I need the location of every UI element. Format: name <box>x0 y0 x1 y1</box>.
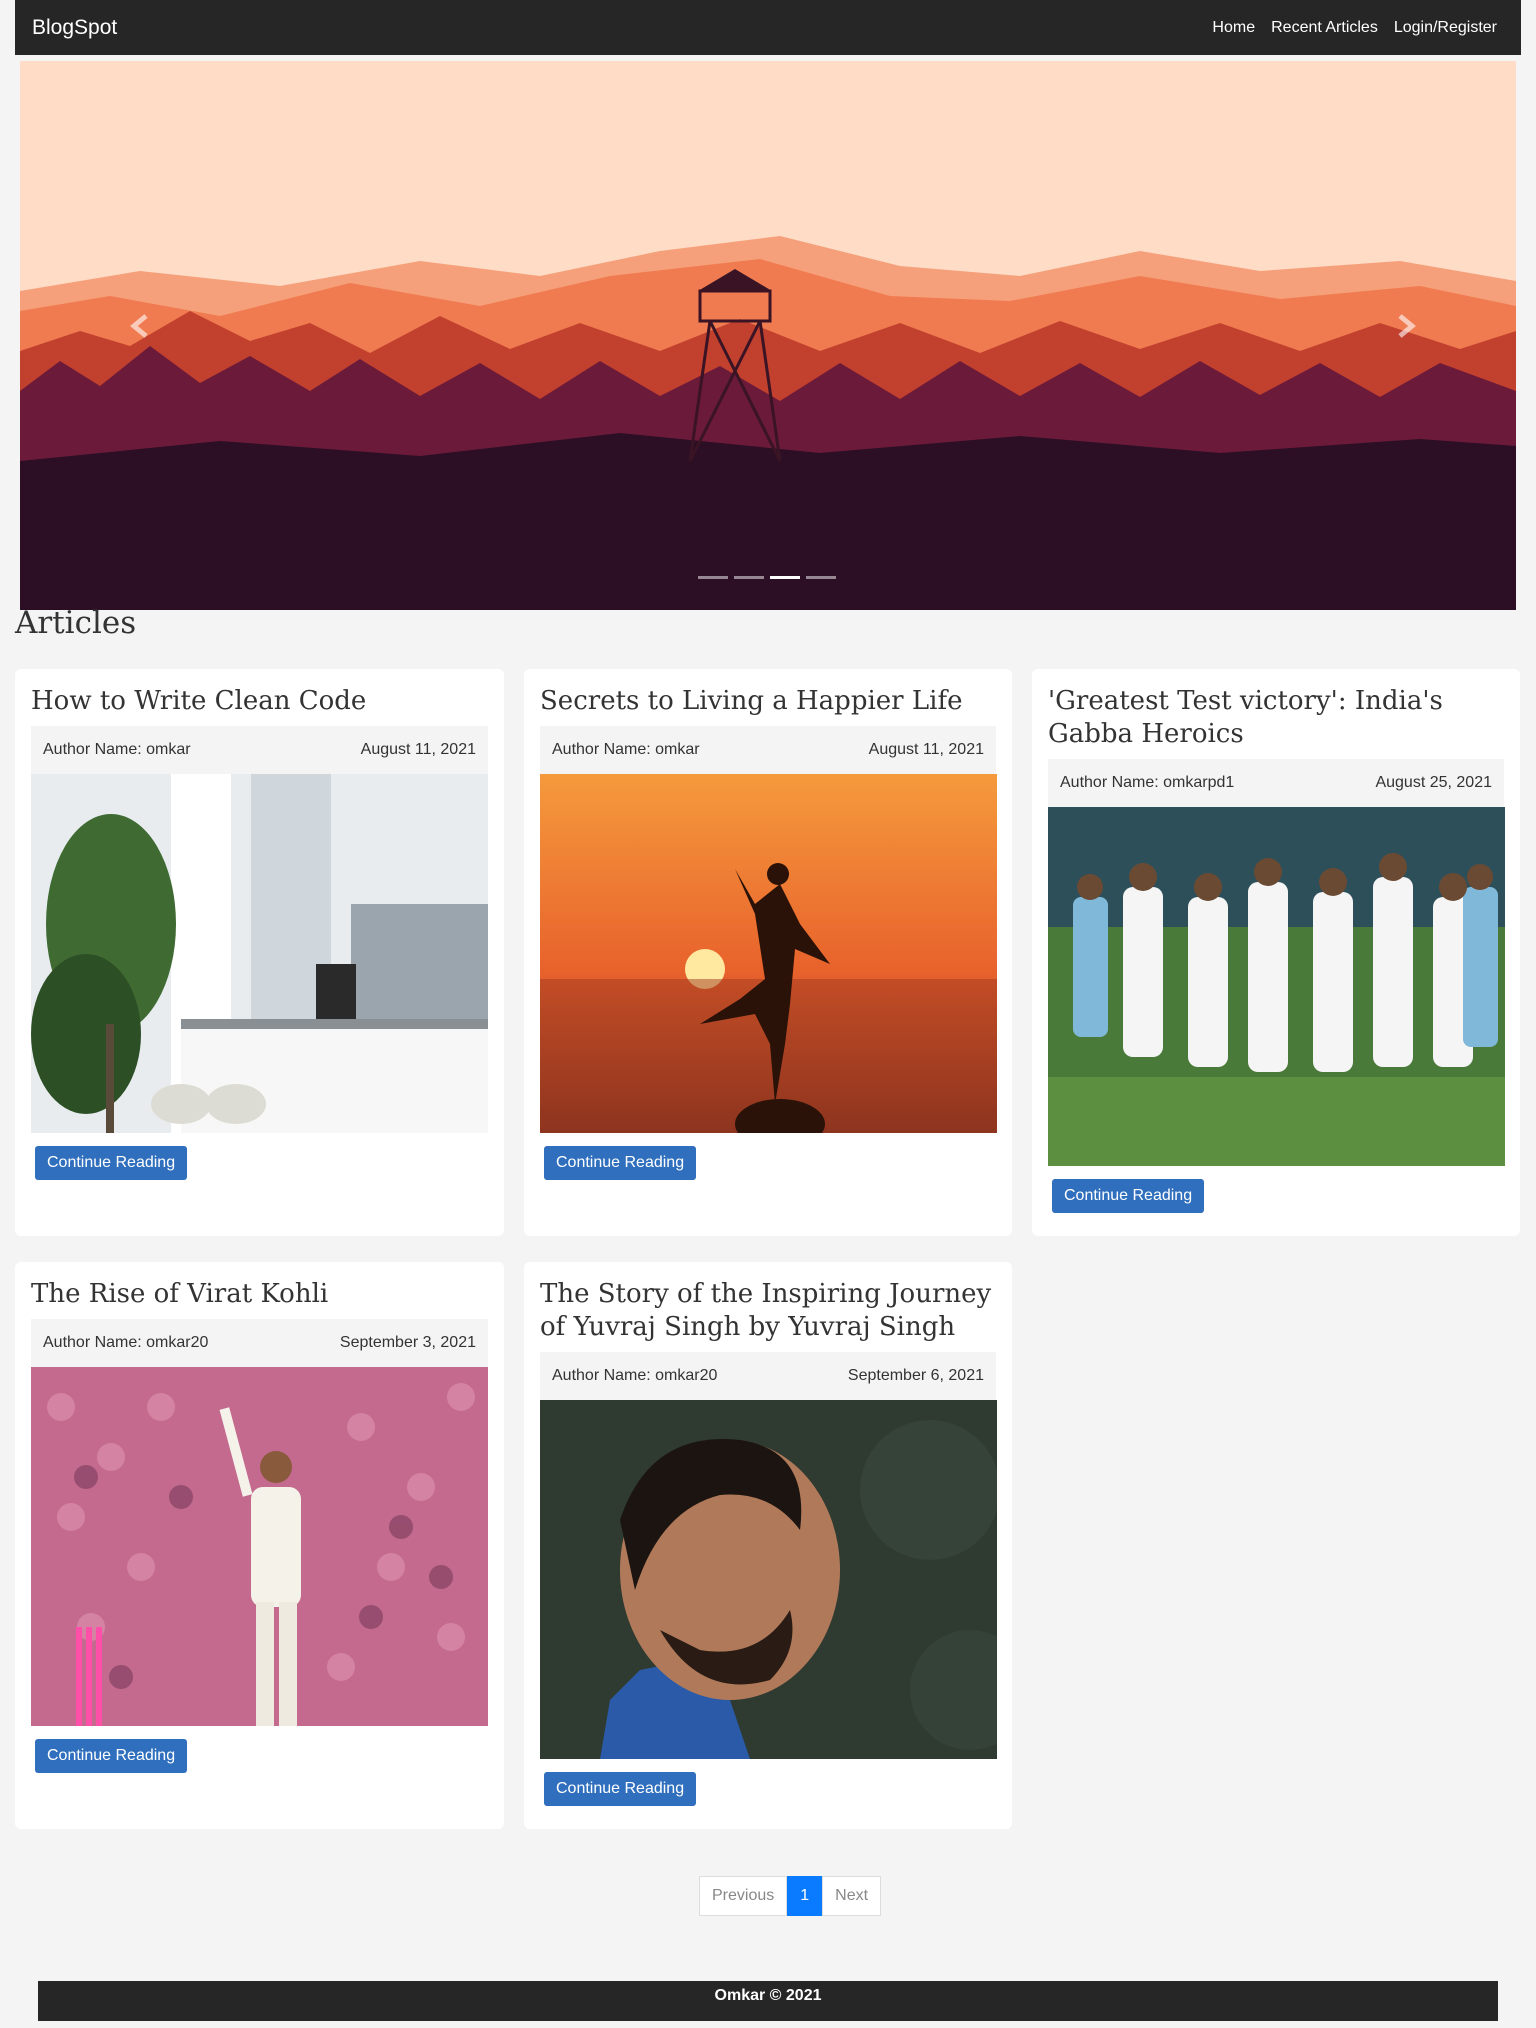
article-author: Author Name: omkar <box>43 741 191 758</box>
article-author: Author Name: omkar20 <box>43 1334 209 1351</box>
article-image <box>540 774 997 1133</box>
pagination-next[interactable]: Next <box>822 1876 882 1916</box>
article-image <box>31 774 488 1133</box>
continue-reading-button[interactable]: Continue Reading <box>1052 1179 1205 1213</box>
article-meta: Author Name: omkar August 11, 2021 <box>540 726 996 774</box>
article-title[interactable]: The Rise of Virat Kohli <box>31 1278 488 1311</box>
article-card: How to Write Clean Code Author Name: omk… <box>15 669 504 1236</box>
article-title[interactable]: Secrets to Living a Happier Life <box>540 685 996 718</box>
article-meta: Author Name: omkar20 September 6, 2021 <box>540 1352 996 1400</box>
article-date: August 11, 2021 <box>360 741 476 758</box>
article-title[interactable]: 'Greatest Test victory': India's Gabba H… <box>1048 685 1504 751</box>
continue-reading-button[interactable]: Continue Reading <box>35 1146 188 1180</box>
carousel-indicator[interactable] <box>734 576 764 579</box>
article-image <box>31 1367 488 1726</box>
article-author: Author Name: omkar <box>552 741 700 758</box>
nav-login-register-link[interactable]: Login/Register <box>1394 19 1497 37</box>
continue-reading-button[interactable]: Continue Reading <box>544 1146 697 1180</box>
carousel-prev-button[interactable] <box>120 306 160 346</box>
carousel-next-button[interactable] <box>1386 306 1426 346</box>
article-title[interactable]: The Story of the Inspiring Journey of Yu… <box>540 1278 996 1344</box>
article-card: 'Greatest Test victory': India's Gabba H… <box>1032 669 1520 1236</box>
articles-heading: Articles <box>15 605 137 641</box>
article-date: August 11, 2021 <box>868 741 984 758</box>
hero-landscape-image <box>20 61 1516 610</box>
chevron-right-icon <box>1398 314 1416 338</box>
carousel-indicator[interactable] <box>806 576 836 579</box>
footer: Omkar © 2021 <box>38 1981 1498 2021</box>
article-date: September 6, 2021 <box>847 1367 984 1384</box>
brand-logo[interactable]: BlogSpot <box>32 16 117 40</box>
continue-reading-button[interactable]: Continue Reading <box>35 1739 188 1773</box>
article-meta: Author Name: omkar20 September 3, 2021 <box>31 1319 488 1367</box>
carousel-indicator-active[interactable] <box>770 576 800 579</box>
article-author: Author Name: omkar20 <box>552 1367 718 1384</box>
carousel-indicator[interactable] <box>698 576 728 579</box>
article-date: August 25, 2021 <box>1375 774 1492 791</box>
article-card: Secrets to Living a Happier Life Author … <box>524 669 1012 1236</box>
hero-carousel <box>20 61 1516 610</box>
article-image <box>540 1400 997 1759</box>
nav-home-link[interactable]: Home <box>1212 19 1255 37</box>
continue-reading-button[interactable]: Continue Reading <box>544 1772 697 1806</box>
article-title[interactable]: How to Write Clean Code <box>31 685 488 718</box>
pagination-previous[interactable]: Previous <box>699 1876 788 1916</box>
pagination-page-1[interactable]: 1 <box>787 1876 823 1916</box>
carousel-indicators <box>698 576 836 579</box>
article-date: September 3, 2021 <box>339 1334 476 1351</box>
pagination: Previous 1 Next <box>699 1876 882 1916</box>
nav-recent-articles-link[interactable]: Recent Articles <box>1271 19 1378 37</box>
article-meta: Author Name: omkarpd1 August 25, 2021 <box>1048 759 1504 807</box>
article-image <box>1048 807 1505 1166</box>
chevron-left-icon <box>130 314 148 338</box>
nav-links: Home Recent Articles Login/Register <box>1212 19 1497 37</box>
article-card: The Rise of Virat Kohli Author Name: omk… <box>15 1262 504 1829</box>
article-meta: Author Name: omkar August 11, 2021 <box>31 726 488 774</box>
article-card: The Story of the Inspiring Journey of Yu… <box>524 1262 1012 1829</box>
article-author: Author Name: omkarpd1 <box>1060 774 1235 791</box>
navbar: BlogSpot Home Recent Articles Login/Regi… <box>15 0 1521 55</box>
